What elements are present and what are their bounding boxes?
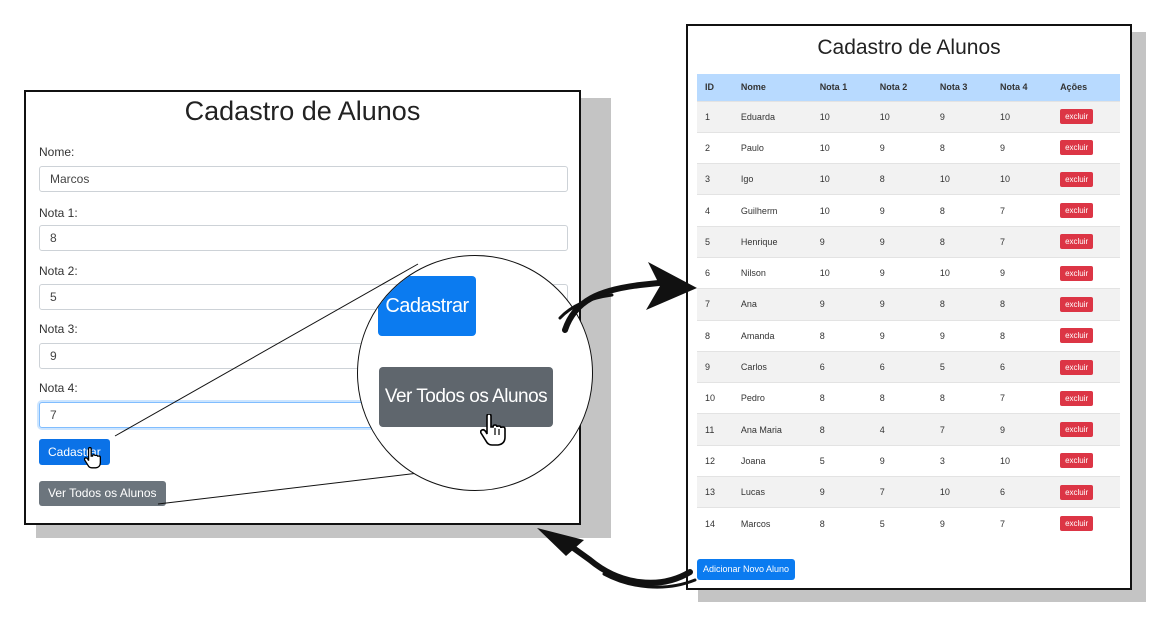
arrow-right-icon	[558, 262, 697, 333]
flow-arrows	[537, 262, 697, 589]
arrow-left-icon	[537, 528, 697, 589]
